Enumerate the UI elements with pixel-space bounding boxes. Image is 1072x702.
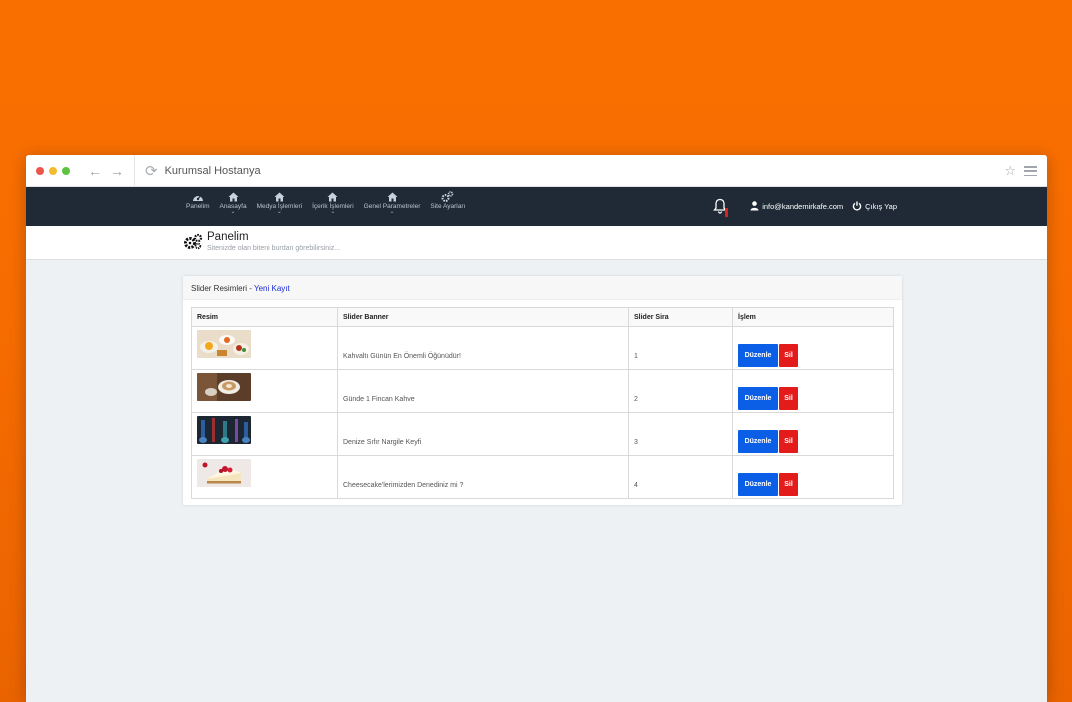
cogs-icon (183, 233, 203, 256)
window-controls (36, 166, 70, 175)
dashboard-icon (192, 191, 204, 203)
home-icon (327, 191, 338, 203)
banner-cell: Denize Sıfır Nargile Keyfi (337, 412, 629, 456)
cogs-icon (441, 191, 454, 203)
card-title: Slider Resimleri - (191, 284, 254, 293)
nav-item-label: Panelim (186, 203, 210, 210)
order-cell: 4 (628, 455, 733, 499)
forward-arrow-icon[interactable]: → (110, 163, 124, 179)
user-icon (750, 201, 759, 211)
chevron-down-icon: ⌄ (330, 209, 336, 215)
new-record-link[interactable]: Yeni Kayıt (254, 284, 290, 293)
delete-button[interactable]: Sil (779, 430, 798, 453)
star-icon[interactable]: ☆ (1004, 163, 1016, 179)
nav-item-medya-islemleri[interactable]: Medya İşlemleri ⌄ (257, 191, 302, 215)
user-menu[interactable]: info@kandemirkafe.com (750, 201, 843, 211)
edit-button[interactable]: Düzenle (738, 344, 778, 367)
actions-cell: Düzenle Sil (732, 326, 894, 370)
slider-images-card: Slider Resimleri - Yeni Kayıt Resim Slid… (183, 276, 902, 505)
window-title: Kurumsal Hostanya (164, 164, 261, 177)
notification-bell-icon[interactable] (713, 198, 729, 217)
nav-item-panelim[interactable]: Panelim (186, 191, 209, 215)
image-cell (191, 412, 338, 456)
column-header-slider-banner: Slider Banner (337, 307, 629, 327)
toolbar-divider (134, 155, 135, 187)
close-window-button[interactable] (36, 166, 44, 175)
page-header: Panelim Sitenizde olan biteni burdan gör… (26, 226, 1047, 260)
delete-button[interactable]: Sil (779, 387, 798, 410)
actions-cell: Düzenle Sil (732, 455, 894, 499)
back-arrow-icon[interactable]: ← (88, 163, 102, 179)
nav-item-anasayfa[interactable]: Anasayfa ⌄ (219, 191, 247, 215)
order-cell: 2 (628, 369, 733, 413)
logout-label: Çıkış Yap (865, 201, 897, 211)
slider-table: Resim Slider Banner Slider Sira İşlem Ka… (191, 307, 894, 499)
edit-button[interactable]: Düzenle (738, 430, 778, 453)
chevron-down-icon: ⌄ (389, 209, 395, 215)
reload-icon[interactable]: ⟳ (145, 162, 158, 180)
power-icon (852, 201, 862, 211)
image-cell (191, 369, 338, 413)
browser-window: ← → ⟳ Kurumsal Hostanya ☆ Panelim Anasay… (26, 155, 1047, 702)
banner-cell: Kahvaltı Günün En Önemli Öğünüdür! (337, 326, 629, 370)
home-icon (228, 191, 239, 203)
column-header-resim: Resim (191, 307, 338, 327)
actions-cell: Düzenle Sil (732, 369, 894, 413)
nav-item-icerik-islemleri[interactable]: İçerik İşlemleri ⌄ (312, 191, 354, 215)
nav-item-site-ayarlari[interactable]: Site Ayarları (430, 191, 465, 215)
column-header-slider-sira: Slider Sira (628, 307, 733, 327)
column-header-islem: İşlem (732, 307, 894, 327)
notification-indicator (725, 208, 729, 217)
actions-cell: Düzenle Sil (732, 412, 894, 456)
coffee-thumbnail[interactable] (197, 373, 251, 401)
page-subtitle: Sitenizde olan biteni burdan görebilirsi… (207, 245, 341, 252)
home-icon (274, 191, 285, 203)
card-header: Slider Resimleri - Yeni Kayıt (183, 276, 902, 300)
table-row: Kahvaltı Günün En Önemli Öğünüdür! 1 Düz… (191, 326, 894, 370)
page-title: Panelim (207, 231, 249, 243)
cheesecake-thumbnail[interactable] (197, 459, 251, 487)
chevron-down-icon: ⌄ (276, 209, 282, 215)
table-row: Denize Sıfır Nargile Keyfi 3 Düzenle Sil (191, 412, 894, 456)
image-cell (191, 455, 338, 499)
table-row: Günde 1 Fincan Kahve 2 Düzenle Sil (191, 369, 894, 413)
user-email: info@kandemirkafe.com (762, 201, 844, 211)
banner-cell: Günde 1 Fincan Kahve (337, 369, 629, 413)
nav-item-label: Site Ayarları (430, 203, 466, 210)
delete-button[interactable]: Sil (779, 473, 798, 496)
edit-button[interactable]: Düzenle (738, 473, 778, 496)
banner-cell: Cheesecake'lerimizden Denediniz mi ? (337, 455, 629, 499)
hookah-thumbnail[interactable] (197, 416, 251, 444)
chevron-down-icon: ⌄ (230, 209, 236, 215)
image-cell (191, 326, 338, 370)
delete-button[interactable]: Sil (779, 344, 798, 367)
minimize-window-button[interactable] (49, 166, 57, 175)
browser-titlebar: ← → ⟳ Kurumsal Hostanya ☆ (26, 155, 1047, 187)
table-header-row: Resim Slider Banner Slider Sira İşlem (191, 307, 894, 327)
top-navbar: Panelim Anasayfa ⌄ Medya İşlemleri ⌄ İçe… (26, 187, 1047, 226)
logout-button[interactable]: Çıkış Yap (852, 201, 897, 211)
maximize-window-button[interactable] (62, 166, 70, 175)
breakfast-thumbnail[interactable] (197, 330, 251, 358)
order-cell: 1 (628, 326, 733, 370)
table-row: Cheesecake'lerimizden Denediniz mi ? 4 D… (191, 455, 894, 499)
home-icon (387, 191, 398, 203)
menu-icon[interactable] (1024, 166, 1037, 176)
edit-button[interactable]: Düzenle (738, 387, 778, 410)
nav-item-genel-parametreler[interactable]: Genel Parametreler ⌄ (364, 191, 420, 215)
order-cell: 3 (628, 412, 733, 456)
